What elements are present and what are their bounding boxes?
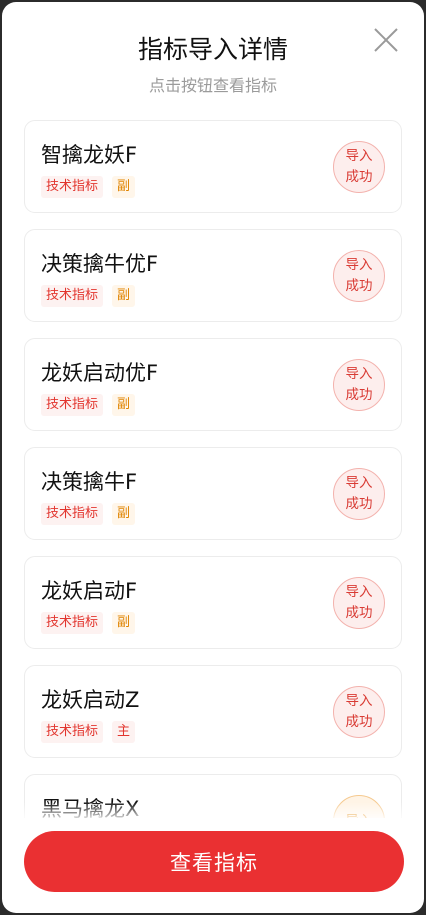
indicator-name: 智擒龙妖F [41,143,138,167]
close-button[interactable] [372,26,400,54]
indicator-role-tag: 副 [112,612,136,634]
indicator-name: 决策擒牛优F [41,252,159,276]
indicator-role-tag: 主 [112,721,136,743]
dialog-subtitle: 点击按钮查看指标 [148,76,277,95]
import-status-text: 导入成功 [345,475,373,512]
import-status-text: 导入成功 [345,366,373,403]
import-success-stamp: 导入成功 [333,250,385,302]
indicator-category-tag: 技术指标 [41,285,104,307]
indicator-card[interactable]: 决策擒牛F 技术指标 副 导入成功 [24,447,402,540]
indicator-card[interactable]: 龙妖启动Z 技术指标 主 导入成功 [24,665,402,758]
import-status-text: 导入成功 [345,148,373,185]
dialog-title: 指标导入详情 [137,35,288,64]
indicator-role-tag: 副 [112,503,136,525]
close-icon [374,28,398,52]
indicator-card[interactable]: 智擒龙妖F 技术指标 副 导入成功 [24,120,402,213]
indicator-category-tag: 技术指标 [41,612,104,634]
indicator-role-tag: 副 [112,285,136,307]
import-status-text: 导入成功 [345,257,373,294]
indicator-category-tag: 技术指标 [41,503,104,525]
indicator-list[interactable]: 智擒龙妖F 技术指标 副 导入成功 决策擒牛优F 技术指标 副 导入成功 龙妖启… [24,120,404,818]
import-success-stamp: 导入成功 [333,468,385,520]
indicator-name: 决策擒牛F [41,470,138,494]
indicator-name: 龙妖启动F [41,579,138,603]
import-status-text: 导入成功 [345,693,373,730]
indicator-card[interactable]: 决策擒牛优F 技术指标 副 导入成功 [24,229,402,322]
indicator-category-tag: 技术指标 [41,721,104,743]
indicator-role-tag: 副 [112,176,136,198]
indicator-name: 龙妖启动优F [41,361,159,385]
list-fade-overlay [2,802,424,822]
indicator-category-tag: 技术指标 [41,176,104,198]
import-success-stamp: 导入成功 [333,359,385,411]
import-status-text: 导入成功 [345,584,373,621]
import-success-stamp: 导入成功 [333,577,385,629]
indicator-name: 龙妖启动Z [41,688,140,712]
import-success-stamp: 导入成功 [333,686,385,738]
indicator-category-tag: 技术指标 [41,394,104,416]
indicator-role-tag: 副 [112,394,136,416]
indicator-card[interactable]: 龙妖启动F 技术指标 副 导入成功 [24,556,402,649]
import-details-dialog: 指标导入详情 点击按钮查看指标 智擒龙妖F 技术指标 副 导入成功 决策擒牛优F… [2,2,424,913]
import-success-stamp: 导入成功 [333,141,385,193]
indicator-card[interactable]: 龙妖启动优F 技术指标 副 导入成功 [24,338,402,431]
view-indicators-button[interactable]: 查看指标 [24,831,404,892]
